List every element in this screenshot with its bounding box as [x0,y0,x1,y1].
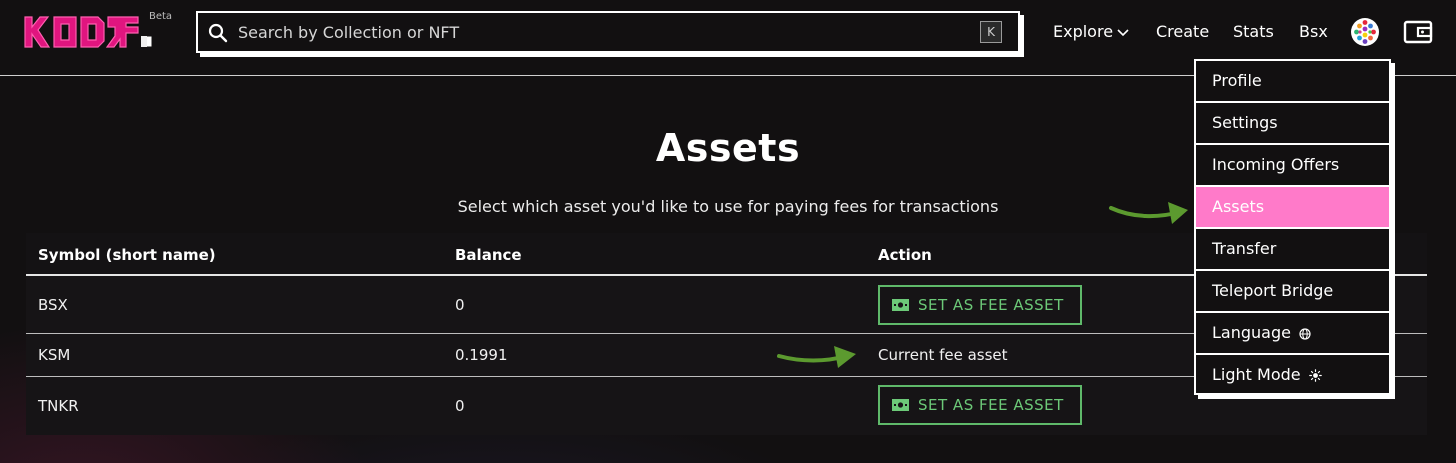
asset-balance: 0 [455,397,465,415]
asset-balance: 0 [455,296,465,314]
annotation-arrow-icon [1109,202,1188,224]
profile-dropdown-menu: Profile Settings Incoming Offers Assets … [1194,59,1391,395]
header-balance: Balance [455,246,522,264]
annotation-arrow-icon [777,346,856,368]
menu-item-light-mode-label: Light Mode [1212,365,1301,384]
menu-item-profile[interactable]: Profile [1196,61,1389,103]
header-symbol: Symbol (short name) [38,246,216,264]
globe-icon [1299,327,1311,340]
nav-chain-bsx[interactable]: Bsx [1299,22,1328,44]
money-icon [892,299,909,311]
nav-explore-label: Explore [1053,22,1114,41]
asset-balance: 0.1991 [455,346,508,364]
search-bar[interactable]: K [196,11,1020,53]
asset-symbol: TNKR [38,397,79,415]
search-icon [208,23,228,43]
menu-item-settings[interactable]: Settings [1196,103,1389,145]
sun-icon [1308,369,1322,382]
menu-item-language[interactable]: Language [1196,313,1389,355]
menu-item-language-label: Language [1212,323,1291,342]
menu-item-teleport-bridge[interactable]: Teleport Bridge [1196,271,1389,313]
menu-item-light-mode[interactable]: Light Mode [1196,355,1389,397]
set-fee-asset-button[interactable]: SET AS FEE ASSET [878,285,1082,325]
menu-item-assets[interactable]: Assets [1196,187,1389,229]
avatar[interactable] [1351,18,1379,46]
money-icon [892,399,909,411]
header-action: Action [878,246,932,264]
menu-item-transfer[interactable]: Transfer [1196,229,1389,271]
asset-symbol: KSM [38,346,71,364]
beta-badge: Beta [149,11,173,22]
set-fee-asset-button[interactable]: SET AS FEE ASSET [878,385,1082,425]
current-fee-asset-label: Current fee asset [878,346,1008,364]
chevron-down-icon [1117,28,1129,36]
wallet-icon[interactable] [1403,19,1433,45]
set-fee-asset-label: SET AS FEE ASSET [918,296,1064,314]
nav-stats[interactable]: Stats [1233,22,1274,44]
set-fee-asset-label: SET AS FEE ASSET [918,396,1064,414]
search-input[interactable] [238,13,958,51]
menu-item-incoming-offers[interactable]: Incoming Offers [1196,145,1389,187]
keyboard-shortcut-badge: K [980,21,1002,43]
asset-symbol: BSX [38,296,68,314]
nav-explore[interactable]: Explore [1053,22,1129,44]
nav-create[interactable]: Create [1156,22,1209,44]
koda-logo[interactable] [24,14,154,50]
